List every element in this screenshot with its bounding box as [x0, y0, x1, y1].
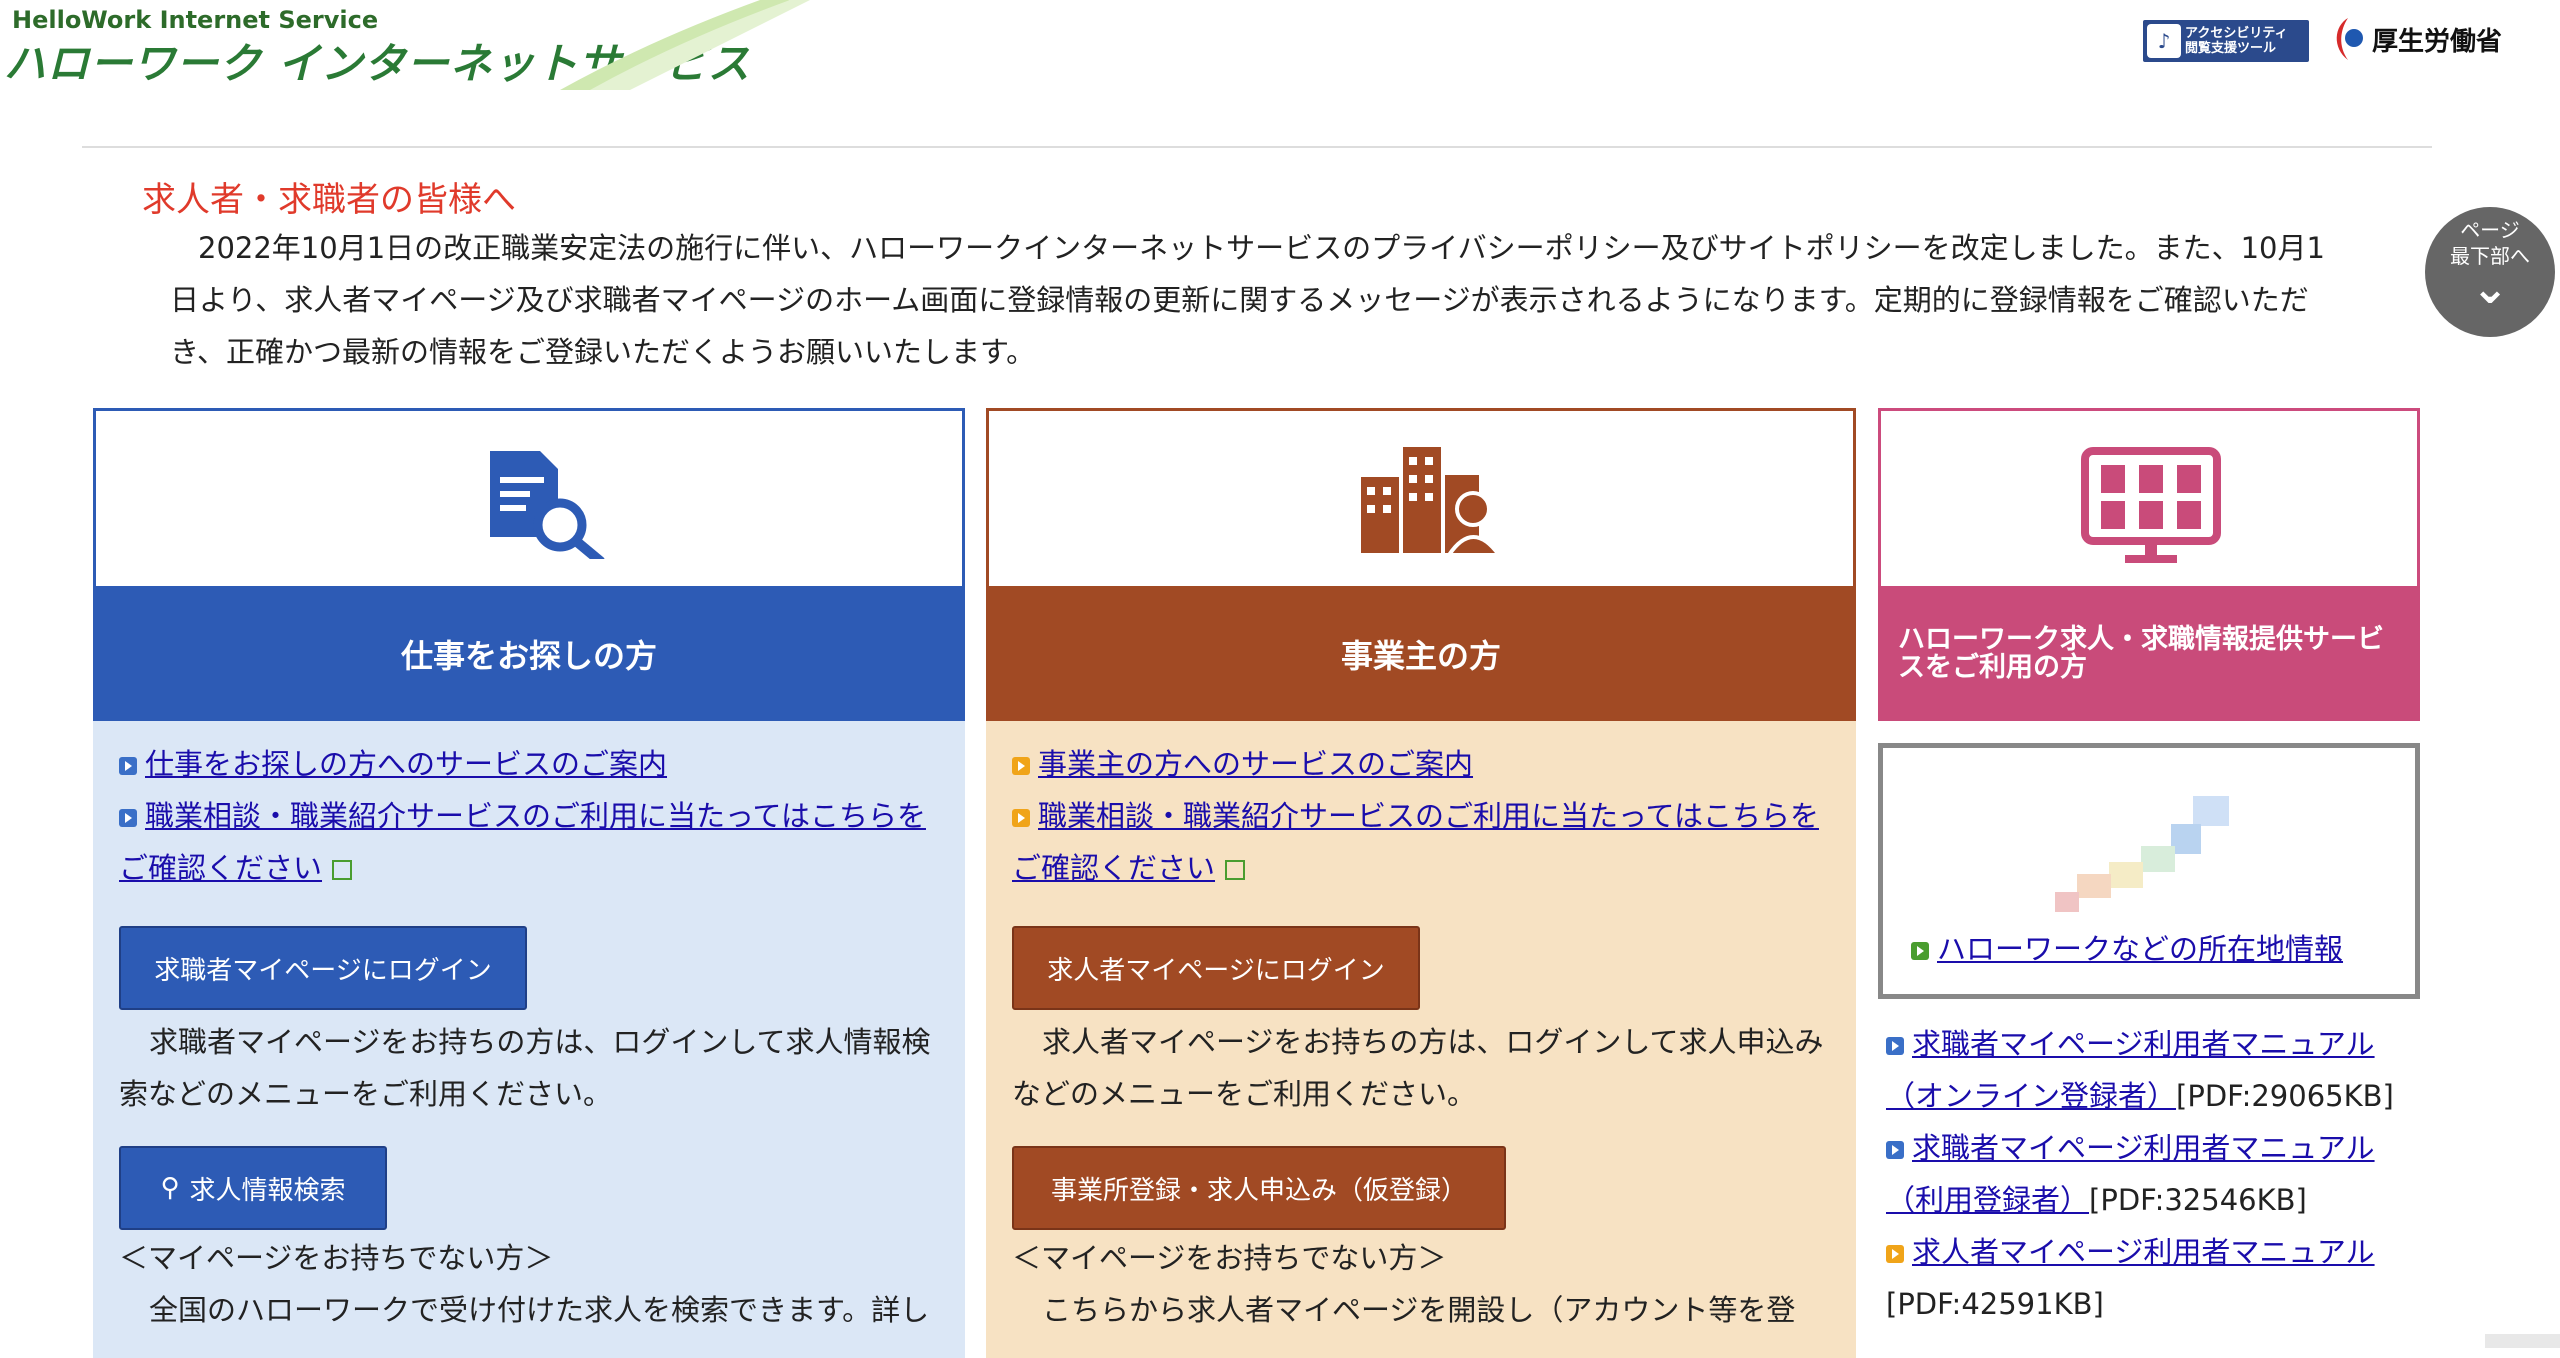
arrow-bullet-icon	[119, 809, 137, 827]
speaker-icon: ♪	[2147, 24, 2181, 58]
job-seeker-service-link[interactable]: 仕事をお探しの方へのサービスのご案内	[145, 747, 667, 781]
job-seeker-links: 仕事をお探しの方へのサービスのご案内 職業相談・職業紹介サービスのご利用に当たっ…	[119, 738, 939, 894]
arrow-bullet-icon	[1012, 809, 1030, 827]
job-search-button[interactable]: ⚲ 求人情報検索	[119, 1146, 387, 1230]
employer-register-button[interactable]: 事業所登録・求人申込み（仮登録）	[1012, 1146, 1506, 1230]
employer-consult-link[interactable]: 職業相談・職業紹介サービスのご利用に当たってはこちらをご確認ください	[1012, 799, 1819, 885]
notice-text: 2022年10月1日の改正職業安定法の施行に伴い、ハローワークインターネットサー…	[170, 231, 2325, 369]
building-person-icon	[1361, 447, 1503, 557]
employer-section: 事業主の方 事業主の方へのサービスのご案内 職業相談・職業紹介サービスのご利用に…	[986, 408, 1856, 1358]
ministry-mark-icon	[2336, 18, 2363, 60]
arrow-bullet-icon	[1012, 757, 1030, 775]
logo-swoosh-graphic	[560, 0, 810, 90]
arrow-bullet-icon	[119, 757, 137, 775]
job-seeker-login-button[interactable]: 求職者マイページにログイン	[119, 926, 527, 1010]
external-link-icon	[1225, 860, 1246, 880]
manual-links: 求職者マイページ利用者マニュアル（オンライン登録者）[PDF:29065KB] …	[1886, 1027, 2394, 1321]
job-seeker-heading: 仕事をお探しの方	[93, 586, 965, 721]
arrow-bullet-icon	[1886, 1245, 1904, 1263]
location-info-link[interactable]: ハローワークなどの所在地情報	[1937, 932, 2343, 966]
employer-links: 事業主の方へのサービスのご案内 職業相談・職業紹介サービスのご利用に当たってはこ…	[1012, 738, 1832, 894]
manual-link-employer[interactable]: 求人者マイページ利用者マニュアル	[1912, 1235, 2375, 1269]
monitor-documents-icon	[2081, 447, 2221, 563]
job-seeker-consult-link[interactable]: 職業相談・職業紹介サービスのご利用に当たってはこちらをご確認ください	[119, 799, 926, 885]
location-map-box[interactable]: ハローワークなどの所在地情報	[1878, 743, 2420, 999]
search-icon: ⚲	[160, 1173, 180, 1203]
info-service-heading: ハローワーク求人・求職情報提供サービスをご利用の方	[1878, 586, 2420, 721]
document-search-icon	[490, 451, 605, 559]
accessibility-tool-button[interactable]: ♪ アクセシビリティ 閲覧支援ツール	[2143, 20, 2309, 62]
chevron-down-icon: ⌄	[2471, 263, 2509, 314]
employer-login-button[interactable]: 求人者マイページにログイン	[1012, 926, 1420, 1010]
notice-title: 求人者・求職者の皆様へ	[142, 180, 516, 220]
ministry-logo[interactable]: 厚生労働省	[2328, 14, 2502, 64]
scrollbar[interactable]	[2485, 1334, 2560, 1348]
arrow-bullet-icon	[1886, 1141, 1904, 1159]
external-link-icon	[332, 860, 353, 880]
japan-map-icon	[2055, 796, 2229, 912]
header-divider	[82, 146, 2432, 148]
employer-service-link[interactable]: 事業主の方へのサービスのご案内	[1038, 747, 1473, 781]
arrow-bullet-icon	[1886, 1037, 1904, 1055]
job-seeker-no-mypage: ＜マイページをお持ちでない方＞	[119, 1241, 554, 1275]
job-seeker-section: 仕事をお探しの方 仕事をお探しの方へのサービスのご案内 職業相談・職業紹介サービ…	[93, 408, 965, 1358]
site-header: HelloWork Internet Service ハローワーク インターネッ…	[0, 0, 2560, 95]
employer-heading: 事業主の方	[986, 586, 1856, 721]
employer-login-desc: 求人者マイページをお持ちの方は、ログインして求人申込みなどのメニューをご利用くだ…	[1012, 1025, 1824, 1111]
job-search-desc: 全国のハローワークで受け付けた求人を検索できます。詳し	[149, 1293, 930, 1327]
job-seeker-login-desc: 求職者マイページをお持ちの方は、ログインして求人情報検索などのメニューをご利用く…	[119, 1025, 931, 1111]
employer-no-mypage: ＜マイページをお持ちでない方＞	[1012, 1241, 1447, 1275]
page-bottom-button[interactable]: ページ 最下部へ ⌄	[2425, 207, 2555, 337]
info-service-section: ハローワーク求人・求職情報提供サービスをご利用の方 ハローワークなどの所在地情報…	[1878, 408, 2420, 1358]
employer-register-desc: こちらから求人者マイページを開設し（アカウント等を登	[1042, 1293, 1796, 1327]
arrow-bullet-icon	[1911, 942, 1929, 960]
